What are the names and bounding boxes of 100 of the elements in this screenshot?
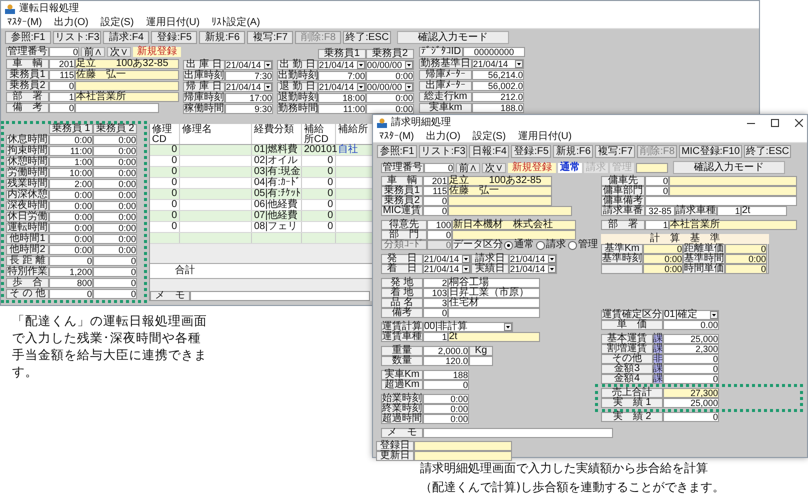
input-field[interactable]: 0 (93, 267, 137, 277)
input-field[interactable]: 0:00 (423, 394, 469, 404)
tax-badge[interactable]: 課 (653, 364, 663, 374)
date-field[interactable]: 00/00/00 (366, 82, 414, 92)
table-row[interactable]: 0 04|有:ｶｰﾄﾞ 0 (150, 178, 372, 189)
input-field[interactable]: 2 (423, 278, 448, 288)
toolbar-button[interactable]: リスト:F3 (53, 31, 102, 44)
input-field[interactable]: 0 (645, 176, 669, 186)
toolbar-button[interactable]: 登録:F5 (151, 31, 198, 44)
input-field[interactable]: 0:00 (366, 104, 414, 114)
menu-item[interactable]: 出力(O) (426, 130, 460, 142)
input-field[interactable]: 0 (423, 206, 448, 216)
entry-type-tab[interactable]: 通常 (558, 162, 582, 172)
input-field[interactable] (448, 206, 572, 216)
input-field[interactable]: 本社営業所 (75, 92, 179, 102)
toolbar-button[interactable]: リスト:F3 (419, 145, 468, 158)
input-field[interactable]: 0 (663, 412, 719, 422)
radio-button[interactable] (568, 240, 577, 250)
input-field[interactable]: 0 (423, 196, 448, 206)
input-field[interactable]: 0:00 (366, 71, 414, 81)
table-row[interactable]: 0 06|他経費 0 (150, 200, 372, 211)
input-field[interactable]: 10:00 (49, 168, 93, 178)
input-field[interactable]: 0 (424, 162, 454, 172)
input-field[interactable]: 佐藤 弘一 (75, 70, 179, 80)
input-field[interactable] (645, 196, 797, 206)
input-field[interactable]: 1 (423, 332, 448, 342)
input-field[interactable] (414, 441, 512, 451)
table-row[interactable]: 0 01|燃料費 200101自社 (150, 145, 372, 156)
toolbar-button[interactable]: 複写:F7 (247, 31, 294, 44)
input-field[interactable]: 0 (423, 308, 448, 318)
input-field[interactable]: 0:00 (93, 245, 137, 255)
menu-item[interactable]: ﾏｽﾀｰ(M) (7, 16, 42, 28)
input-field[interactable]: 0 (93, 289, 137, 299)
input-field[interactable]: 0 (49, 47, 79, 57)
input-field[interactable]: 0:00 (93, 190, 137, 200)
input-field[interactable]: 0 (427, 230, 452, 240)
input-field[interactable]: 足立 100あ32-85 (75, 59, 179, 69)
input-field[interactable]: 0 (663, 364, 719, 374)
input-field[interactable]: 0 (49, 81, 75, 91)
input-field[interactable] (669, 176, 797, 186)
table-row[interactable]: 0 05|有:ﾁｹｯﾄ 0 (150, 189, 372, 200)
dropdown-field[interactable]: 01|確定 (663, 310, 719, 320)
input-field[interactable]: 188.0 (472, 103, 524, 113)
input-field[interactable]: 0 (49, 289, 93, 299)
input-field[interactable]: 0 (93, 278, 137, 288)
input-field[interactable]: 2t (448, 332, 540, 342)
input-field[interactable]: 日昇工業（市原） (448, 288, 540, 298)
input-field[interactable]: 0:00 (643, 264, 683, 274)
next-button[interactable]: 次∨ (482, 162, 506, 172)
input-field[interactable]: 本社営業所 (669, 220, 797, 230)
maximize-icon[interactable] (771, 118, 779, 126)
input-field[interactable] (414, 451, 512, 461)
input-field[interactable] (669, 186, 797, 196)
input-field[interactable]: 201 (49, 59, 75, 69)
input-field[interactable]: 120.0 (423, 356, 469, 366)
input-field[interactable]: 0 (663, 374, 719, 384)
radio-button[interactable] (504, 240, 513, 250)
input-field[interactable] (448, 308, 540, 318)
input-field[interactable]: 56,214.0 (472, 70, 524, 80)
toolbar-button[interactable]: 終了:ESC (744, 145, 792, 158)
radio-option[interactable]: 管理 (568, 240, 598, 250)
input-field[interactable]: 11:00 (318, 104, 366, 114)
input-field[interactable]: 25,000 (663, 398, 719, 408)
input-field[interactable]: 0:00 (93, 212, 137, 222)
input-field[interactable]: 1,200 (49, 267, 93, 277)
input-field[interactable]: 0 (643, 244, 683, 254)
radio-option[interactable]: 通常 (504, 240, 534, 250)
input-field[interactable]: 1 (717, 206, 741, 216)
input-field[interactable]: 0:00 (49, 212, 93, 222)
tax-badge[interactable]: 課 (653, 374, 663, 384)
input-field[interactable] (75, 81, 179, 91)
date-field[interactable]: 21/04/14 (509, 254, 557, 264)
input-field[interactable]: 桐谷工場 (448, 278, 540, 288)
input-field[interactable]: 0 (725, 244, 767, 254)
date-field[interactable]: 21/04/14 (318, 60, 366, 70)
input-field[interactable]: 1 (645, 220, 669, 230)
date-field[interactable]: 00/00/00 (366, 60, 414, 70)
date-field[interactable]: 21/04/14 (472, 59, 524, 69)
date-field[interactable]: 21/04/14 (509, 264, 557, 274)
toolbar-button[interactable]: 日報:F4 (469, 145, 510, 158)
next-button[interactable]: 次∨ (107, 47, 131, 57)
prev-button[interactable]: 前∧ (81, 47, 105, 57)
input-field[interactable]: 7:30 (225, 71, 273, 81)
toolbar-button[interactable]: 複写:F7 (595, 145, 636, 158)
input-field[interactable]: 0:00 (93, 234, 137, 244)
input-field[interactable]: 18:00 (318, 93, 366, 103)
input-field[interactable]: 住宅材 (448, 298, 540, 308)
input-field[interactable]: 0:00 (725, 254, 767, 264)
menu-item[interactable]: 運用日付(U) (146, 16, 200, 28)
input-field[interactable]: 0 (49, 103, 75, 113)
menu-item[interactable]: 出力(O) (54, 16, 88, 28)
toolbar-button[interactable]: 請求:F4 (103, 31, 150, 44)
input-field[interactable]: 0 (49, 256, 93, 266)
input-field[interactable]: 0:00 (49, 234, 93, 244)
input-field[interactable] (423, 428, 613, 438)
input-field[interactable]: 11:00 (49, 146, 93, 156)
input-field[interactable]: 0 (725, 264, 767, 274)
toolbar-button[interactable]: 登録:F5 (511, 145, 552, 158)
input-field[interactable]: 0:00 (49, 201, 93, 211)
toolbar-button[interactable]: 参照:F1 (377, 145, 417, 158)
